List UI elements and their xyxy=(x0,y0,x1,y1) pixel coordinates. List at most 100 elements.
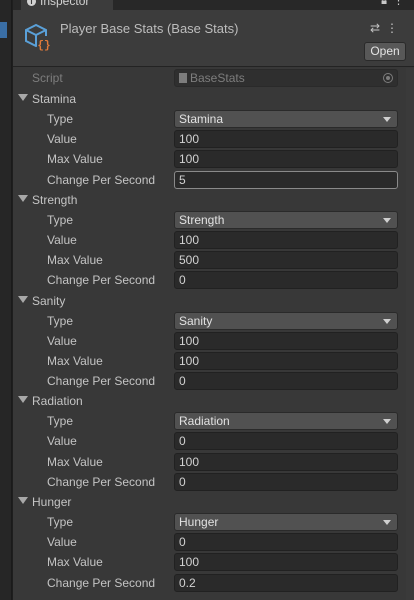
max-value-label: Max Value xyxy=(47,454,103,469)
chevron-down-icon xyxy=(383,520,391,525)
value-label: Value xyxy=(47,434,77,449)
section-foldout[interactable]: Strength xyxy=(13,190,414,210)
stat-section: Stamina Type Stamina Value 100 Max Value… xyxy=(13,89,414,190)
max-value-label: Max Value xyxy=(47,253,103,268)
type-dropdown[interactable]: Hunger xyxy=(174,513,398,531)
tab-label: Inspector xyxy=(40,0,90,8)
stat-section: Hunger Type Hunger Value 0 Max Value 100… xyxy=(13,492,414,593)
type-label: Type xyxy=(47,112,74,126)
tab-options: 🔒︎⋮ xyxy=(381,0,410,8)
max-value-input[interactable]: 100 xyxy=(174,150,398,169)
change-per-second-label: Change Per Second xyxy=(47,273,156,288)
change-per-second-label: Change Per Second xyxy=(47,575,156,590)
foldout-arrow-icon[interactable] xyxy=(18,94,28,101)
type-dropdown[interactable]: Sanity xyxy=(174,311,398,330)
settings-icon[interactable]: ⇄ xyxy=(370,21,386,35)
foldout-arrow-icon[interactable] xyxy=(18,194,28,202)
chevron-down-icon xyxy=(383,318,391,324)
object-title: Player Base Stats (Base Stats) xyxy=(60,21,239,36)
type-dropdown[interactable]: Strength xyxy=(174,210,398,229)
change-per-second-input[interactable]: 0.2 xyxy=(174,573,398,592)
tab-inspector[interactable]: i Inspector xyxy=(21,0,113,10)
section-foldout[interactable]: Stamina xyxy=(13,89,414,109)
script-value: BaseStats xyxy=(190,71,245,85)
type-dropdown[interactable]: Radiation xyxy=(174,412,398,431)
value-input[interactable]: 100 xyxy=(174,130,398,149)
hierarchy-panel-edge xyxy=(0,0,12,600)
section-foldout[interactable]: Hunger xyxy=(13,492,414,512)
value-input[interactable]: 0 xyxy=(174,533,398,552)
section-title: Hunger xyxy=(32,495,72,509)
lock-icon[interactable]: 🔒︎ xyxy=(381,0,393,7)
foldout-arrow-icon[interactable] xyxy=(18,295,28,303)
field-row-change-per-second: Change Per Second 0 xyxy=(13,472,414,492)
script-row: Script BaseStats xyxy=(13,67,414,89)
type-value: Stamina xyxy=(179,112,224,126)
field-row-value: Value 100 xyxy=(13,129,414,149)
section-title: Radiation xyxy=(32,394,83,409)
foldout-arrow-icon[interactable] xyxy=(18,396,28,404)
more-icon[interactable]: ⋮ xyxy=(393,0,410,7)
field-row-max-value: Max Value 100 xyxy=(13,351,414,371)
max-value-input[interactable]: 100 xyxy=(174,351,398,370)
object-picker-icon[interactable] xyxy=(383,73,393,83)
type-label: Type xyxy=(47,313,74,328)
change-per-second-label: Change Per Second xyxy=(47,172,156,187)
field-row-change-per-second: Change Per Second 0 xyxy=(13,371,414,391)
value-label: Value xyxy=(47,535,77,550)
field-row-type: Type Strength xyxy=(13,210,414,230)
section-title: Strength xyxy=(32,192,78,207)
scriptable-object-icon: {} xyxy=(25,23,51,52)
section-foldout[interactable]: Radiation xyxy=(13,391,414,411)
value-input[interactable]: 100 xyxy=(174,230,398,249)
header-icons: ⇄⋮ xyxy=(370,21,404,35)
script-label: Script xyxy=(32,71,63,85)
max-value-label: Max Value xyxy=(47,555,103,570)
change-per-second-input[interactable]: 0 xyxy=(174,472,398,491)
stat-section: Radiation Type Radiation Value 0 Max Val… xyxy=(13,391,414,492)
max-value-input[interactable]: 100 xyxy=(174,553,398,572)
object-header: {} Player Base Stats (Base Stats) ⇄⋮ Ope… xyxy=(13,10,414,67)
field-row-max-value: Max Value 100 xyxy=(13,149,414,169)
section-title: Stamina xyxy=(32,92,77,106)
tab-bar: i Inspector 🔒︎⋮ xyxy=(13,0,414,10)
change-per-second-input[interactable]: 5 xyxy=(174,170,398,189)
field-row-value: Value 0 xyxy=(13,532,414,552)
chevron-down-icon xyxy=(383,419,391,425)
selected-item-marker xyxy=(0,22,7,38)
change-per-second-label: Change Per Second xyxy=(47,374,156,389)
section-title: Sanity xyxy=(32,293,66,308)
max-value-input[interactable]: 500 xyxy=(174,251,398,270)
value-input[interactable]: 0 xyxy=(174,432,398,451)
max-value-label: Max Value xyxy=(47,353,103,368)
field-row-max-value: Max Value 100 xyxy=(13,552,414,572)
type-dropdown[interactable]: Stamina xyxy=(174,110,398,128)
max-value-input[interactable]: 100 xyxy=(174,452,398,471)
max-value-label: Max Value xyxy=(47,152,103,167)
field-row-change-per-second: Change Per Second 0 xyxy=(13,270,414,290)
field-row-max-value: Max Value 500 xyxy=(13,250,414,270)
field-row-value: Value 100 xyxy=(13,230,414,250)
inspector-panel: i Inspector 🔒︎⋮ {} Player Base Stats (Bas… xyxy=(13,0,414,600)
script-field[interactable]: BaseStats xyxy=(174,69,398,87)
more-icon[interactable]: ⋮ xyxy=(386,21,404,35)
field-row-type: Type Radiation xyxy=(13,411,414,431)
type-label: Type xyxy=(47,414,74,429)
field-row-type: Type Stamina xyxy=(13,109,414,129)
section-foldout[interactable]: Sanity xyxy=(13,291,414,311)
stat-section: Sanity Type Sanity Value 100 Max Value 1… xyxy=(13,291,414,392)
type-value: Sanity xyxy=(179,313,213,328)
change-per-second-input[interactable]: 0 xyxy=(174,271,398,290)
field-row-max-value: Max Value 100 xyxy=(13,452,414,472)
info-icon: i xyxy=(27,0,36,7)
value-label: Value xyxy=(47,333,77,348)
type-label: Type xyxy=(47,212,74,227)
type-value: Strength xyxy=(179,212,225,227)
scrollbar-track[interactable] xyxy=(406,68,414,600)
foldout-arrow-icon[interactable] xyxy=(18,497,28,504)
change-per-second-input[interactable]: 0 xyxy=(174,372,398,391)
svg-text:{}: {} xyxy=(37,40,50,52)
value-label: Value xyxy=(47,132,77,147)
open-button[interactable]: Open xyxy=(364,42,406,61)
value-input[interactable]: 100 xyxy=(174,331,398,350)
